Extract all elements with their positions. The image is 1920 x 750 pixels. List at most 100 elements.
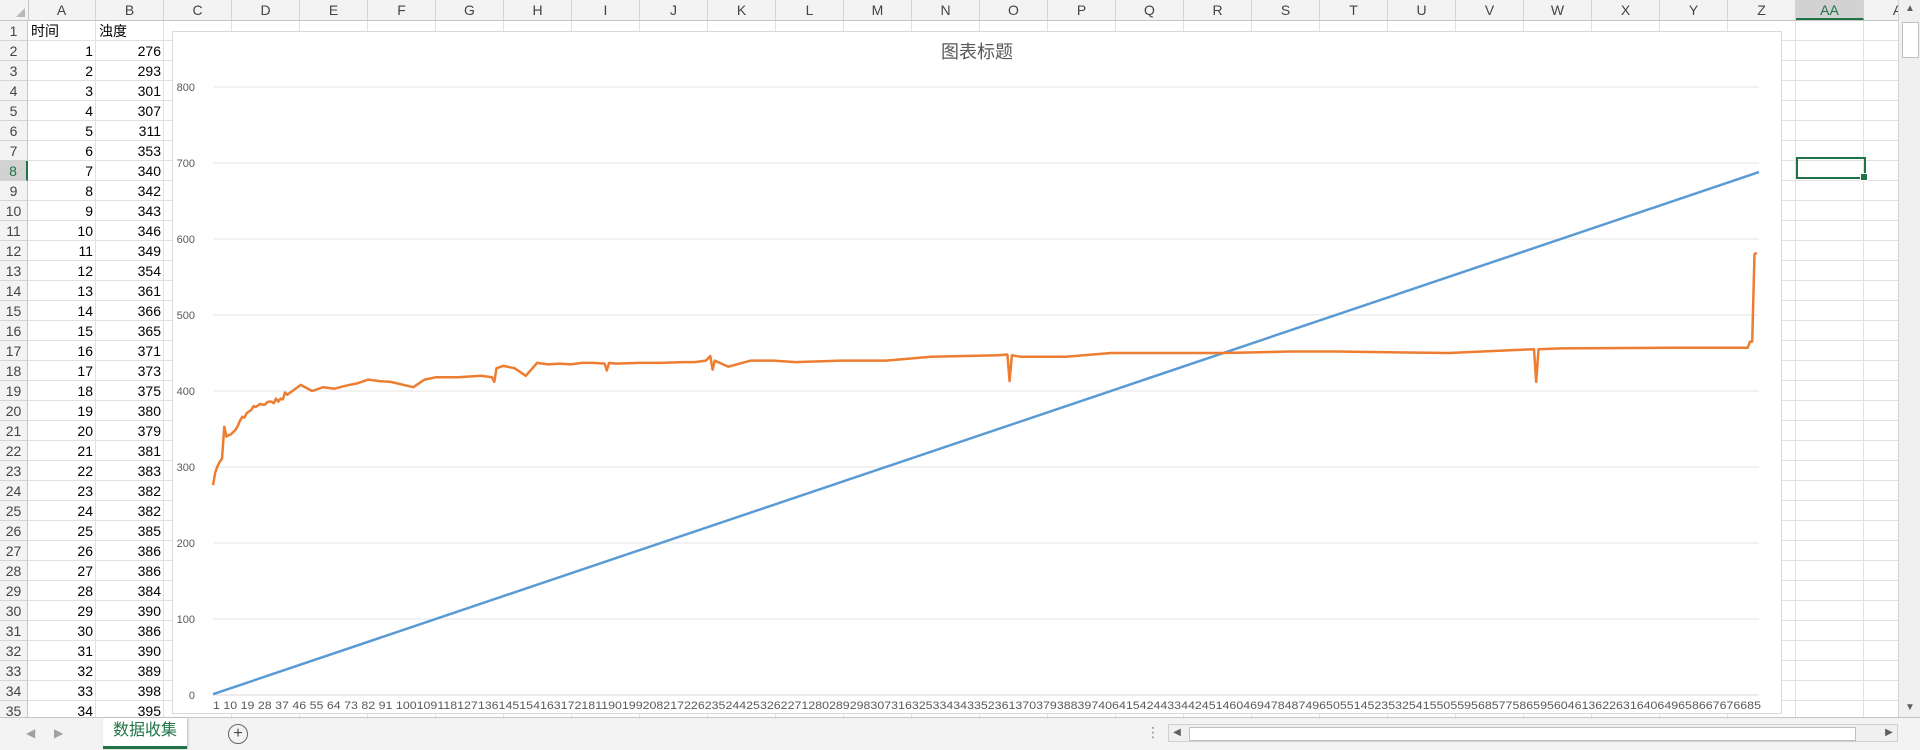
row-header-7[interactable]: 7	[0, 141, 28, 161]
cell-turbidity[interactable]: 371	[96, 341, 164, 361]
column-header-z[interactable]: Z	[1728, 0, 1796, 20]
row-header-3[interactable]: 3	[0, 61, 28, 81]
cell-turbidity[interactable]: 386	[96, 621, 164, 641]
row-header-25[interactable]: 25	[0, 501, 28, 521]
cell-turbidity[interactable]: 340	[96, 161, 164, 181]
row-header-30[interactable]: 30	[0, 601, 28, 621]
cell-time[interactable]: 9	[28, 201, 96, 221]
cell-time[interactable]: 14	[28, 301, 96, 321]
cell-turbidity[interactable]: 381	[96, 441, 164, 461]
row-header-15[interactable]: 15	[0, 301, 28, 321]
row-header-23[interactable]: 23	[0, 461, 28, 481]
row-header-12[interactable]: 12	[0, 241, 28, 261]
row-header-8[interactable]: 8	[0, 161, 28, 181]
cell-turbidity[interactable]: 343	[96, 201, 164, 221]
cell-turbidity[interactable]: 389	[96, 661, 164, 681]
row-header-17[interactable]: 17	[0, 341, 28, 361]
cell-turbidity[interactable]: 307	[96, 101, 164, 121]
plus-circle-icon[interactable]: +	[228, 724, 248, 744]
selected-cell-AA8[interactable]	[1796, 157, 1868, 181]
row-header-11[interactable]: 11	[0, 221, 28, 241]
row-header-19[interactable]: 19	[0, 381, 28, 401]
row-header-34[interactable]: 34	[0, 681, 28, 701]
cell-time[interactable]: 1	[28, 41, 96, 61]
cell-time[interactable]: 33	[28, 681, 96, 701]
column-header-u[interactable]: U	[1388, 0, 1456, 20]
cell-turbidity[interactable]: 346	[96, 221, 164, 241]
cell-time[interactable]: 18	[28, 381, 96, 401]
spreadsheet-grid[interactable]: A B C D E F G H I J K L M N O P Q R S T U V W X Y Z AA A 1234567891…	[0, 0, 1898, 717]
cell-time[interactable]: 30	[28, 621, 96, 641]
cell-turbidity[interactable]: 382	[96, 481, 164, 501]
cell-turbidity[interactable]: 390	[96, 641, 164, 661]
column-header-b[interactable]: B	[96, 0, 164, 20]
column-header-aa[interactable]: AA	[1796, 0, 1864, 20]
cell-time[interactable]: 13	[28, 281, 96, 301]
cell-time[interactable]: 32	[28, 661, 96, 681]
column-header-row[interactable]: A B C D E F G H I J K L M N O P Q R S T U V W X Y Z AA A	[0, 0, 1898, 21]
column-header-y[interactable]: Y	[1660, 0, 1728, 20]
row-header-6[interactable]: 6	[0, 121, 28, 141]
cell-turbidity[interactable]: 349	[96, 241, 164, 261]
cell-time[interactable]: 25	[28, 521, 96, 541]
cell-time[interactable]: 24	[28, 501, 96, 521]
cell-time[interactable]: 19	[28, 401, 96, 421]
column-header-m[interactable]: M	[844, 0, 912, 20]
row-header-35[interactable]: 35	[0, 701, 28, 717]
row-header-22[interactable]: 22	[0, 441, 28, 461]
row-header-26[interactable]: 26	[0, 521, 28, 541]
column-header-j[interactable]: J	[640, 0, 708, 20]
line-chart[interactable]: 图表标题 0 100 200 300 400 500 600 700 800 1 10 19 28 …	[172, 31, 1782, 714]
cell-time[interactable]: 31	[28, 641, 96, 661]
cell-turbidity[interactable]: 385	[96, 521, 164, 541]
cell-turbidity[interactable]: 353	[96, 141, 164, 161]
cell-time[interactable]: 21	[28, 441, 96, 461]
column-header-a-partial[interactable]: A	[1864, 0, 1898, 20]
cell-time[interactable]: 29	[28, 601, 96, 621]
column-header-f[interactable]: F	[368, 0, 436, 20]
column-header-w[interactable]: W	[1524, 0, 1592, 20]
cell-time[interactable]: 5	[28, 121, 96, 141]
cell-turbidity[interactable]: 379	[96, 421, 164, 441]
row-header-21[interactable]: 21	[0, 421, 28, 441]
row-header-24[interactable]: 24	[0, 481, 28, 501]
cell-turbidity[interactable]: 373	[96, 361, 164, 381]
row-header-29[interactable]: 29	[0, 581, 28, 601]
row-header-20[interactable]: 20	[0, 401, 28, 421]
cell-time[interactable]: 22	[28, 461, 96, 481]
row-header-32[interactable]: 32	[0, 641, 28, 661]
column-header-h[interactable]: H	[504, 0, 572, 20]
row-header-10[interactable]: 10	[0, 201, 28, 221]
column-header-k[interactable]: K	[708, 0, 776, 20]
row-header-14[interactable]: 14	[0, 281, 28, 301]
header-cell-time[interactable]: 时间	[28, 21, 96, 41]
sheet-tab-data-collection[interactable]: 数据收集	[103, 718, 188, 749]
cell-turbidity[interactable]: 366	[96, 301, 164, 321]
row-header-1[interactable]: 1	[0, 21, 28, 41]
cell-turbidity[interactable]: 380	[96, 401, 164, 421]
cell-time[interactable]: 17	[28, 361, 96, 381]
column-header-c[interactable]: C	[164, 0, 232, 20]
cell-turbidity[interactable]: 293	[96, 61, 164, 81]
cell-time[interactable]: 16	[28, 341, 96, 361]
column-header-i[interactable]: I	[572, 0, 640, 20]
column-header-e[interactable]: E	[300, 0, 368, 20]
column-header-t[interactable]: T	[1320, 0, 1388, 20]
cell-turbidity[interactable]: 365	[96, 321, 164, 341]
column-header-v[interactable]: V	[1456, 0, 1524, 20]
row-header-5[interactable]: 5	[0, 101, 28, 121]
cell-turbidity[interactable]: 361	[96, 281, 164, 301]
cell-turbidity[interactable]: 354	[96, 261, 164, 281]
row-header-33[interactable]: 33	[0, 661, 28, 681]
column-header-s[interactable]: S	[1252, 0, 1320, 20]
cell-turbidity[interactable]: 301	[96, 81, 164, 101]
cell-time[interactable]: 23	[28, 481, 96, 501]
column-header-l[interactable]: L	[776, 0, 844, 20]
cell-time[interactable]: 11	[28, 241, 96, 261]
column-header-p[interactable]: P	[1048, 0, 1116, 20]
row-header-27[interactable]: 27	[0, 541, 28, 561]
row-header-18[interactable]: 18	[0, 361, 28, 381]
cell-time[interactable]: 4	[28, 101, 96, 121]
cell-turbidity[interactable]: 383	[96, 461, 164, 481]
horizontal-scrollbar[interactable]: ◀ ▶	[1168, 724, 1898, 742]
